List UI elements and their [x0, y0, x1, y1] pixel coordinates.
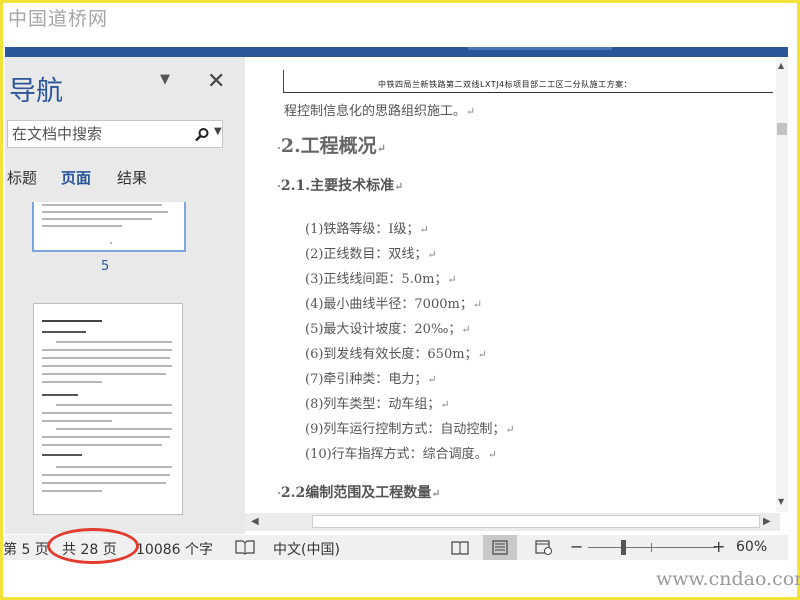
proofing-icon[interactable] — [235, 540, 255, 555]
paragraph-mark: ↵ — [376, 142, 386, 155]
page-header: 中铁四局兰新铁路第二双线LXTJ4标项目部二工区二分队施工方案： — [283, 76, 773, 93]
line-text: 2.2编制范围及工程数量 — [280, 485, 432, 501]
line-text: (10)行车指挥方式：综合调度。 — [305, 447, 488, 462]
nav-search-box[interactable]: ▼ — [7, 120, 223, 148]
body-text-line: 程控制信息化的思路组织施工。↵ — [284, 100, 475, 119]
line-text: 2.1.主要技术标准 — [280, 178, 395, 194]
zoom-slider-center-mark — [651, 543, 652, 552]
horizontal-scroll-thumb[interactable] — [312, 515, 760, 528]
spec-list-item: (6)到发线有效长度：650m；↵ — [305, 343, 487, 362]
line-text: (4)最小曲线半径：7000m； — [305, 297, 473, 312]
ribbon-bar — [5, 47, 788, 57]
print-layout-button[interactable] — [483, 535, 517, 560]
paragraph-mark: ↵ — [419, 223, 429, 236]
nav-title: 导航 — [9, 76, 63, 107]
page-indicator[interactable]: 第 5 页 — [3, 539, 49, 559]
spec-list-item: (7)牵引种类：电力；↵ — [305, 368, 437, 387]
watermark-top: 中国道桥网 — [8, 8, 109, 30]
read-mode-icon — [451, 541, 469, 555]
spec-list-item: (8)列车类型：动车组；↵ — [305, 393, 450, 412]
paragraph-mark: ↵ — [427, 248, 437, 261]
tab-headings[interactable]: 标题 — [7, 167, 37, 188]
section-heading: ·2.工程概况↵ — [277, 131, 386, 158]
scroll-left-icon[interactable]: ◀ — [251, 516, 259, 527]
section-heading: ·2.1.主要技术标准↵ — [277, 175, 403, 195]
line-text: (2)正线数目：双线； — [305, 247, 428, 262]
spec-list-item: (3)正线线间距：5.0m；↵ — [305, 268, 457, 287]
line-text: (7)牵引种类：电力； — [305, 372, 428, 387]
highlight-ellipse — [47, 528, 139, 564]
vertical-scroll-thumb[interactable] — [777, 123, 787, 135]
zoom-out-button[interactable]: − — [570, 537, 583, 556]
scroll-up-icon[interactable]: ▲ — [778, 61, 784, 70]
paragraph-mark: ↵ — [487, 448, 497, 461]
zoom-slider-track[interactable] — [588, 547, 716, 548]
search-input[interactable] — [12, 125, 182, 143]
watermark-bottom: www.cndao.com — [656, 568, 800, 590]
line-text: 程控制信息化的思路组织施工。 — [284, 104, 467, 119]
zoom-in-button[interactable]: + — [712, 537, 725, 556]
tab-pages[interactable]: 页面 — [61, 167, 91, 188]
paragraph-mark: ↵ — [461, 323, 471, 336]
line-text: (3)正线线间距：5.0m； — [305, 272, 448, 287]
paragraph-mark: ↵ — [440, 398, 450, 411]
print-layout-icon — [492, 540, 508, 555]
spec-list-item: (5)最大设计坡度：20‰；↵ — [305, 318, 471, 337]
paragraph-mark: ↵ — [472, 298, 483, 311]
page-thumbnail-5[interactable] — [32, 202, 186, 252]
line-text: (9)列车运行控制方式：自动控制； — [305, 422, 506, 437]
page-thumbnail-6[interactable] — [33, 303, 183, 515]
ribbon-highlight — [468, 47, 612, 50]
spec-list-item: (2)正线数目：双线；↵ — [305, 243, 437, 262]
spec-list-item: (1)铁路等级：Ⅰ级；↵ — [305, 218, 429, 237]
zoom-slider-thumb[interactable] — [621, 540, 626, 555]
paragraph-mark: ↵ — [394, 180, 404, 193]
line-text: (1)铁路等级：Ⅰ级； — [305, 222, 420, 237]
paragraph-mark: ↵ — [431, 487, 441, 500]
spec-list-item: (4)最小曲线半径：7000m；↵ — [305, 293, 482, 312]
paragraph-mark: ↵ — [466, 105, 476, 118]
nav-close-icon[interactable]: ✕ — [207, 69, 225, 94]
zoom-level[interactable]: 60% — [736, 539, 767, 555]
navigation-pane: 导航 ▼ ✕ ▼ 标题 页面 结果 5 — [5, 57, 245, 534]
language-indicator[interactable]: 中文(中国) — [273, 539, 340, 559]
tab-results[interactable]: 结果 — [117, 167, 147, 188]
line-text: (5)最大设计坡度：20‰； — [305, 322, 462, 337]
nav-options-chevron-icon[interactable]: ▼ — [160, 72, 170, 87]
paragraph-mark: ↵ — [427, 373, 437, 386]
web-layout-icon — [535, 540, 552, 555]
line-text: (8)列车类型：动车组； — [305, 397, 441, 412]
line-text: (6)到发线有效长度：650m； — [305, 347, 478, 362]
paragraph-mark: ↵ — [447, 273, 457, 286]
web-layout-button[interactable] — [527, 535, 561, 560]
spec-list-item: (9)列车运行控制方式：自动控制；↵ — [305, 418, 515, 437]
read-mode-button[interactable] — [443, 535, 477, 560]
search-icon[interactable] — [194, 127, 210, 143]
line-text: 2.工程概况 — [280, 135, 377, 157]
scroll-right-icon[interactable]: ▶ — [763, 516, 771, 527]
thumbnail-page-number: 5 — [101, 259, 110, 274]
scroll-down-icon[interactable]: ▼ — [778, 497, 784, 506]
spec-list-item: (10)行车指挥方式：综合调度。↵ — [305, 443, 497, 462]
section-heading: ·2.2编制范围及工程数量↵ — [277, 482, 440, 502]
horizontal-scrollbar[interactable]: ◀ ▶ — [245, 513, 780, 531]
paragraph-mark: ↵ — [505, 423, 515, 436]
vertical-scrollbar[interactable]: ▲ ▼ — [776, 57, 788, 512]
search-options-chevron-icon[interactable]: ▼ — [214, 126, 222, 137]
page-header-text: 中铁四局兰新铁路第二双线LXTJ4标项目部二工区二分队施工方案： — [378, 80, 633, 89]
word-count[interactable]: 10086 个字 — [136, 539, 213, 559]
paragraph-mark: ↵ — [477, 348, 487, 361]
